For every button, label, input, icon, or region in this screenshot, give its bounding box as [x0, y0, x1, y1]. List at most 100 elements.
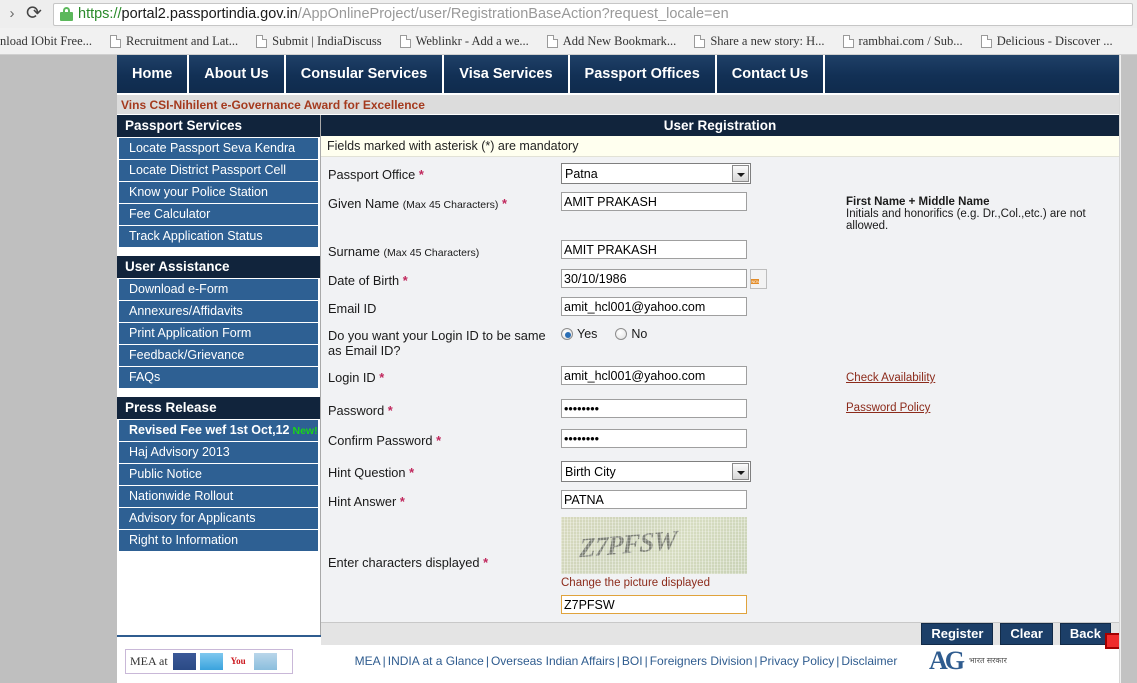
- footer-sep: |: [382, 654, 386, 668]
- bookmark-item[interactable]: Share a new story: H...: [685, 30, 833, 52]
- clear-button[interactable]: Clear: [1000, 623, 1053, 645]
- label-login-same-as-email: Do you want your Login ID to be same as …: [328, 328, 546, 358]
- label-text: Hint Question: [328, 465, 406, 480]
- sidebar-item-advisory-applicants[interactable]: Advisory for Applicants: [119, 508, 318, 529]
- sidebar-item-revised-fee[interactable]: Revised Fee wef 1st Oct,12 New!: [119, 420, 318, 441]
- bookmark-label: nload IObit Free...: [0, 33, 92, 48]
- required-asterisk: *: [399, 494, 405, 509]
- sidebar-item-public-notice[interactable]: Public Notice: [119, 464, 318, 485]
- facebook-icon[interactable]: [172, 652, 196, 670]
- sidebar-item-locate-psk[interactable]: Locate Passport Seva Kendra: [119, 138, 318, 159]
- label-confirm-password: Confirm Password *: [328, 429, 561, 448]
- page-scrollbar[interactable]: [1119, 55, 1137, 683]
- required-asterisk: *: [418, 167, 424, 182]
- footer-link-foreigners-division[interactable]: Foreigners Division: [650, 654, 753, 668]
- footer-link-mea[interactable]: MEA: [355, 654, 381, 668]
- sidebar-item-feedback[interactable]: Feedback/Grievance: [119, 345, 318, 366]
- calendar-month: NOV: [751, 279, 760, 284]
- forward-arrow-icon[interactable]: ›: [4, 0, 20, 28]
- bookmark-label: Weblinkr - Add a we...: [415, 33, 529, 48]
- radio-yes-icon: [561, 328, 573, 340]
- hint-question-select[interactable]: Birth City: [561, 461, 751, 482]
- required-asterisk: *: [402, 273, 408, 288]
- required-asterisk: *: [501, 196, 507, 211]
- sidebar-heading: Press Release: [117, 397, 320, 419]
- email-id-input[interactable]: [561, 297, 747, 316]
- register-button[interactable]: Register: [921, 623, 994, 645]
- bookmark-item[interactable]: Delicious - Discover ...: [972, 30, 1122, 52]
- check-availability-link[interactable]: Check Availability: [846, 372, 935, 384]
- surname-input[interactable]: [561, 240, 747, 259]
- bookmark-item[interactable]: Recruitment and Lat...: [101, 30, 247, 52]
- sidebar-item-right-to-information[interactable]: Right to Information: [119, 530, 318, 551]
- nav-item-visa-services[interactable]: Visa Services: [444, 55, 570, 93]
- confirm-password-input[interactable]: [561, 429, 747, 448]
- sidebar-item-download-eform[interactable]: Download e-Form: [119, 279, 318, 300]
- sidebar-item-faqs[interactable]: FAQs: [119, 367, 318, 388]
- bookmark-item[interactable]: rambhai.com / Sub...: [834, 30, 972, 52]
- footer-link-india-at-a-glance[interactable]: INDIA at a Glance: [388, 654, 484, 668]
- hint-given-name: First Name + Middle Name Initials and ho…: [846, 192, 1119, 232]
- bookmark-item[interactable]: Weblinkr - Add a we...: [391, 30, 538, 52]
- ag-logo: AG: [929, 646, 965, 675]
- bookmark-item[interactable]: Submit | IndiaDiscuss: [247, 30, 390, 52]
- bookmark-label: rambhai.com / Sub...: [858, 33, 963, 48]
- hint-title: First Name + Middle Name: [846, 196, 990, 208]
- address-bar[interactable]: https:// portal2.passportindia.gov.in /A…: [53, 2, 1133, 26]
- label-date-of-birth: Date of Birth *: [328, 269, 561, 288]
- password-policy-link[interactable]: Password Policy: [846, 402, 930, 414]
- radio-option-yes[interactable]: Yes: [561, 327, 597, 341]
- twitter-icon[interactable]: [199, 652, 223, 670]
- lock-icon: [60, 7, 73, 21]
- youtube-icon[interactable]: You: [226, 652, 250, 670]
- nav-item-passport-offices[interactable]: Passport Offices: [570, 55, 717, 93]
- hint-answer-input[interactable]: [561, 490, 747, 509]
- field-row-surname: Surname (Max 45 Characters): [321, 240, 1119, 261]
- radio-no-label: No: [631, 327, 648, 341]
- footer-link-boi[interactable]: BOI: [622, 654, 643, 668]
- passport-office-select[interactable]: Patna: [561, 163, 751, 184]
- label-text: Password: [328, 403, 385, 418]
- control-email-id: [561, 297, 811, 316]
- sidebar-item-nationwide-rollout[interactable]: Nationwide Rollout: [119, 486, 318, 507]
- password-input[interactable]: [561, 399, 747, 418]
- sidebar-item-fee-calculator[interactable]: Fee Calculator: [119, 204, 318, 225]
- bookmark-item[interactable]: nload IObit Free...: [0, 30, 101, 52]
- footer-link-privacy-policy[interactable]: Privacy Policy: [760, 654, 835, 668]
- field-row-login-same-as-email: Do you want your Login ID to be same as …: [321, 324, 1119, 358]
- nav-item-contact-us[interactable]: Contact Us: [717, 55, 826, 93]
- radio-option-no[interactable]: No: [615, 327, 647, 341]
- sidebar-item-haj-advisory[interactable]: Haj Advisory 2013: [119, 442, 318, 463]
- browser-chrome: › ⟳ https:// portal2.passportindia.gov.i…: [0, 0, 1137, 55]
- bookmark-label: Recruitment and Lat...: [126, 33, 239, 48]
- nav-item-about-us[interactable]: About Us: [189, 55, 286, 93]
- nav-item-home[interactable]: Home: [117, 55, 190, 93]
- field-row-email-id: Email ID: [321, 297, 1119, 316]
- label-text: Passport Office: [328, 167, 416, 182]
- sidebar-item-locate-dpc[interactable]: Locate District Passport Cell: [119, 160, 318, 181]
- sidebar-item-police-station[interactable]: Know your Police Station: [119, 182, 318, 203]
- scrollbar-thumb[interactable]: [1121, 55, 1137, 683]
- new-badge: New!: [292, 425, 318, 437]
- page-title: User Registration: [321, 115, 1119, 136]
- form-button-bar: Register Clear Back: [321, 622, 1137, 649]
- footer-sep: |: [644, 654, 648, 668]
- sidebar-item-print-form[interactable]: Print Application Form: [119, 323, 318, 344]
- date-of-birth-input[interactable]: [561, 269, 747, 288]
- bookmark-item[interactable]: Add New Bookmark...: [538, 30, 686, 52]
- captcha-input[interactable]: [561, 595, 747, 614]
- footer-link-overseas-indian-affairs[interactable]: Overseas Indian Affairs: [491, 654, 615, 668]
- login-id-input[interactable]: [561, 366, 747, 385]
- sidebar-item-annexures[interactable]: Annexures/Affidavits: [119, 301, 318, 322]
- reload-icon[interactable]: ⟳: [20, 1, 48, 27]
- nav-item-consular-services[interactable]: Consular Services: [286, 55, 445, 93]
- rss-icon[interactable]: [253, 652, 277, 670]
- sidebar-item-track-status[interactable]: Track Application Status: [119, 226, 318, 247]
- label-surname: Surname (Max 45 Characters): [328, 240, 561, 261]
- given-name-input[interactable]: [561, 192, 747, 211]
- label-sub: (Max 45 Characters): [383, 247, 480, 259]
- footer-link-disclaimer[interactable]: Disclaimer: [841, 654, 897, 668]
- change-captcha-link[interactable]: Change the picture displayed: [561, 577, 811, 589]
- calendar-icon[interactable]: NOV 17: [750, 269, 768, 289]
